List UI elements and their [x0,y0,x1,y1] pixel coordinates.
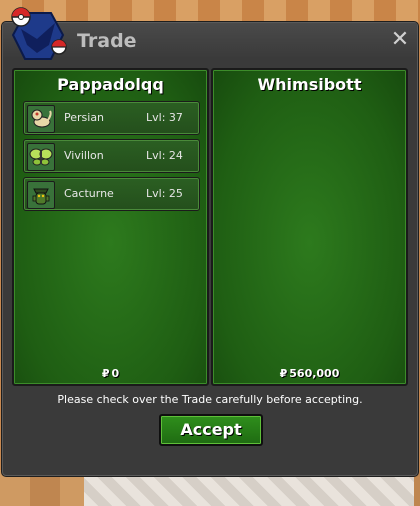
pokemon-slot-3[interactable]: Cacturne Lvl: 25 [23,177,200,211]
currency-symbol: ₽ [101,367,110,380]
close-icon[interactable]: ✕ [389,27,411,53]
vivillon-sprite-icon [27,143,55,171]
persian-sprite-icon [27,105,55,133]
money-amount: 560,000 [289,367,340,380]
money-offer-self[interactable]: ₽0 [14,367,207,380]
cacturne-sprite-icon [27,181,55,209]
pokemon-name: Vivillon [64,149,104,162]
trade-panel-partner: Whimsibott ₽560,000 [211,68,408,386]
pokeball-logo-icon [11,7,67,60]
pokemon-name: Persian [64,111,105,124]
trade-window: Trade ✕ Pappadolqq Persian Lvl: 37 Vivil… [2,7,418,476]
pokemon-level: Lvl: 24 [146,149,183,162]
window-title: Trade [77,30,137,52]
money-amount: 0 [111,367,120,380]
pokemon-slot-1[interactable]: Persian Lvl: 37 [23,101,200,135]
currency-symbol: ₽ [279,367,288,380]
pokemon-level: Lvl: 25 [146,187,183,200]
accept-button[interactable]: Accept [159,414,263,446]
pokemon-name: Cacturne [64,187,114,200]
trade-warning-text: Please check over the Trade carefully be… [57,393,363,406]
pokemon-slot-2[interactable]: Vivillon Lvl: 24 [23,139,200,173]
trade-panel-self: Pappadolqq Persian Lvl: 37 Vivillon Lvl:… [12,68,209,386]
trader-name-partner: Whimsibott [257,75,362,94]
trader-name-self: Pappadolqq [57,75,164,94]
money-offer-partner: ₽560,000 [213,367,406,380]
pokemon-level: Lvl: 37 [146,111,183,124]
